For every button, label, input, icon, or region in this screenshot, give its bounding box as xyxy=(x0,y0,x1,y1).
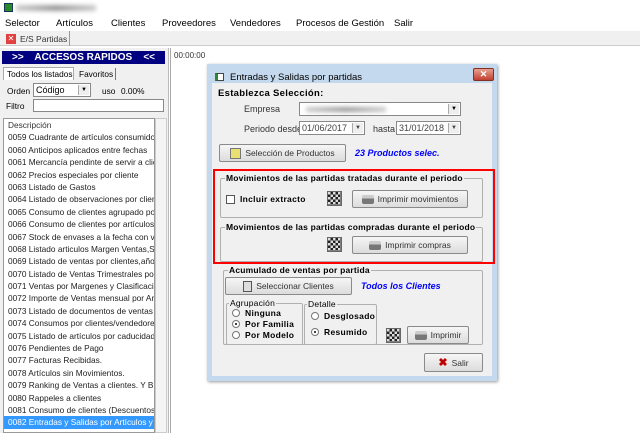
timer: 00:00:00 xyxy=(174,51,206,60)
printer-icon xyxy=(414,330,427,340)
tab-favoritos[interactable]: Favoritos xyxy=(76,68,116,80)
list-item[interactable]: 0073 Listado de documentos de ventas con xyxy=(4,305,154,317)
uso-value: 0.00% xyxy=(121,86,145,96)
clientes-info: Todos los Clientes xyxy=(361,281,441,291)
fecha-desde[interactable]: 01/06/2017 ▼ xyxy=(299,121,365,135)
list-item[interactable]: 0069 Listado de ventas por clientes,año … xyxy=(4,255,154,267)
list-item[interactable]: 0078 Artículos sin Movimientos. xyxy=(4,367,154,379)
close-tab-icon[interactable]: ✕ xyxy=(6,33,16,44)
imprimir-movimientos-button[interactable]: Imprimir movimientos xyxy=(352,190,468,208)
chevron-down-icon: ▼ xyxy=(78,85,89,95)
chevron-down-icon: ▼ xyxy=(448,123,459,133)
incluir-extracto-checkbox[interactable] xyxy=(226,195,235,204)
list-item[interactable]: 0064 Listado de observaciones por client… xyxy=(4,193,154,205)
tab-bar xyxy=(0,31,640,46)
list-item[interactable]: 0076 Pendientes de Pago xyxy=(4,342,154,354)
list-item[interactable]: 0060 Anticipos aplicados entre fechas xyxy=(4,144,154,156)
qr-export-icon[interactable] xyxy=(327,191,342,206)
radio-ninguna[interactable]: Ninguna xyxy=(232,308,281,318)
menu-clientes[interactable]: Clientes xyxy=(111,18,145,29)
incluir-extracto-label: Incluir extracto xyxy=(240,194,306,204)
list-item[interactable]: 0061 Mercancía pendinte de servir a clie… xyxy=(4,156,154,168)
productos-info: 23 Productos selec. xyxy=(355,148,440,158)
close-button[interactable]: ✕ xyxy=(473,68,494,81)
list-item[interactable]: 0081 Consumo de clientes (Descuentos) xyxy=(4,404,154,416)
radio-desglosado[interactable]: Desglosado xyxy=(311,311,375,321)
radio-resumido[interactable]: Resumido xyxy=(311,327,368,337)
menu-vendedores[interactable]: Vendedores xyxy=(230,18,281,29)
clients-icon xyxy=(243,280,253,292)
empresa-select[interactable]: ▼ xyxy=(299,102,461,116)
list-item[interactable]: 0059 Cuadrante de artículos consumidos xyxy=(4,131,154,143)
salir-button[interactable]: ✖ Salir xyxy=(424,353,483,372)
qr-export-icon[interactable] xyxy=(327,237,342,252)
list-scrollbar[interactable] xyxy=(155,118,167,433)
list-item[interactable]: 0066 Consumo de clientes por artículos c… xyxy=(4,218,154,230)
selection-heading: Establezca Selección: xyxy=(218,88,324,99)
radio-por-modelo[interactable]: Por Modelo xyxy=(232,330,294,340)
empresa-label: Empresa xyxy=(244,104,281,114)
app-title xyxy=(16,5,96,11)
printer-icon xyxy=(369,240,382,250)
list-item[interactable]: 0079 Ranking de Ventas a clientes. Y BEN… xyxy=(4,379,154,391)
window-icon xyxy=(215,73,224,81)
tab-es-partidas[interactable]: ✕ E/S Partidas xyxy=(4,31,70,46)
hasta-label: hasta xyxy=(373,124,396,134)
periodo-label: Periodo desde xyxy=(244,124,303,134)
menu-salir[interactable]: Salir xyxy=(394,18,413,29)
list-item[interactable]: 0063 Listado de Gastos xyxy=(4,181,154,193)
filtro-label: Filtro xyxy=(6,101,25,111)
tab-todos[interactable]: Todos los listados xyxy=(3,67,74,80)
filtro-input[interactable] xyxy=(33,99,164,112)
chevron-down-icon: ▼ xyxy=(448,104,459,114)
menu-proveedores[interactable]: Proveedores xyxy=(162,18,216,29)
fecha-hasta[interactable]: 31/01/2018 ▼ xyxy=(396,121,461,135)
list-item[interactable]: 0075 Listado de artículos por caducidad … xyxy=(4,330,154,342)
products-icon xyxy=(230,147,242,159)
app-icon xyxy=(4,3,13,12)
menu-articulos[interactable]: Artículos xyxy=(56,18,93,29)
list-item[interactable]: 0071 Ventas por Margenes y Clasificación xyxy=(4,280,154,292)
list-header[interactable]: Descripción xyxy=(4,119,154,131)
menu-selector[interactable]: Selector xyxy=(5,18,40,29)
orden-select[interactable]: Código ▼ xyxy=(33,83,91,97)
list-item[interactable]: 0080 Rappeles a clientes xyxy=(4,392,154,404)
list-item[interactable]: 0082 Entradas y Salidas por Artículos y … xyxy=(4,416,154,429)
list-item[interactable]: 0067 Stock de envases a la fecha con val… xyxy=(4,231,154,243)
list-item[interactable]: 0070 Listado de Ventas Trimestrales por … xyxy=(4,268,154,280)
quick-access-panel: >> ACCESOS RAPIDOS << Todos los listados… xyxy=(0,48,169,433)
radio-por-familia[interactable]: Por Familia xyxy=(232,319,294,329)
menu-procesos[interactable]: Procesos de Gestión xyxy=(296,18,384,29)
list-item[interactable]: 0062 Precios especiales por cliente xyxy=(4,169,154,181)
chevron-down-icon: ▼ xyxy=(352,123,363,133)
list-item[interactable]: 0074 Consumos por clientes/vendedores xyxy=(4,317,154,329)
close-x-icon: ✖ xyxy=(438,357,448,369)
seleccionar-clientes-button[interactable]: Seleccionar Clientes xyxy=(225,277,352,295)
uso-label: uso xyxy=(102,86,116,96)
printer-icon xyxy=(361,194,374,204)
list-item[interactable]: 0068 Listado articulos Margen Ventas,Sto… xyxy=(4,243,154,255)
seleccion-productos-button[interactable]: Selección de Productos xyxy=(219,144,346,162)
dialog-title: Entradas y Salidas por partidas xyxy=(230,72,363,83)
list-item[interactable]: 0065 Consumo de clientes agrupado por ar… xyxy=(4,206,154,218)
orden-label: Orden xyxy=(7,86,31,96)
report-list: Descripción 0059 Cuadrante de artículos … xyxy=(3,118,155,433)
list-item[interactable]: 0072 Importe de Ventas mensual por Artíc… xyxy=(4,292,154,304)
quick-access-header: >> ACCESOS RAPIDOS << xyxy=(2,51,165,64)
list-item[interactable]: 0077 Facturas Recibidas. xyxy=(4,354,154,366)
imprimir-compras-button[interactable]: Imprimir compras xyxy=(352,236,468,254)
qr-export-icon[interactable] xyxy=(386,328,401,343)
imprimir-button[interactable]: Imprimir xyxy=(407,326,469,344)
